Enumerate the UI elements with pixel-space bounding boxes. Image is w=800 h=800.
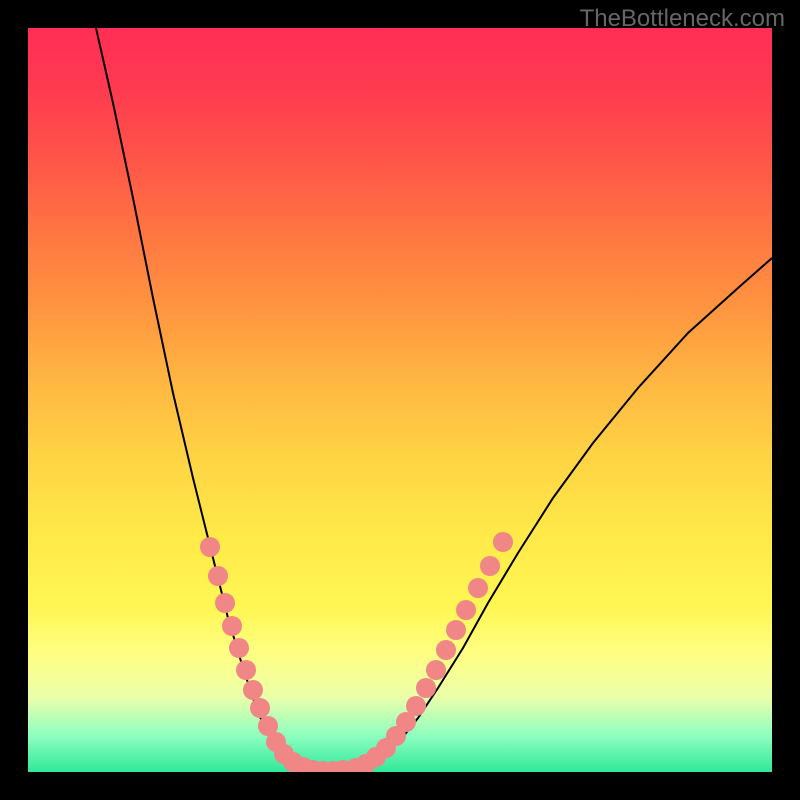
highlight-dot bbox=[215, 593, 235, 613]
highlight-dot bbox=[200, 537, 220, 557]
highlight-dot bbox=[493, 532, 513, 552]
highlight-dot bbox=[208, 566, 228, 586]
highlight-dot bbox=[446, 620, 466, 640]
right-bottleneck-curve bbox=[318, 258, 772, 772]
watermark-text: TheBottleneck.com bbox=[580, 5, 785, 33]
highlight-dot bbox=[406, 696, 426, 716]
highlight-dot bbox=[229, 638, 249, 658]
highlight-dot bbox=[222, 616, 242, 636]
chart-svg bbox=[28, 28, 772, 772]
highlight-dot bbox=[250, 698, 270, 718]
highlight-dot bbox=[426, 660, 446, 680]
highlight-dot bbox=[236, 660, 256, 680]
highlight-dot bbox=[468, 578, 488, 598]
highlight-dot bbox=[436, 640, 456, 660]
chart-area bbox=[28, 28, 772, 772]
highlight-dot bbox=[416, 678, 436, 698]
highlight-dot bbox=[456, 600, 476, 620]
highlight-dot bbox=[243, 680, 263, 700]
highlight-dots-group bbox=[200, 532, 513, 772]
highlight-dot bbox=[480, 556, 500, 576]
left-bottleneck-curve bbox=[96, 28, 318, 772]
